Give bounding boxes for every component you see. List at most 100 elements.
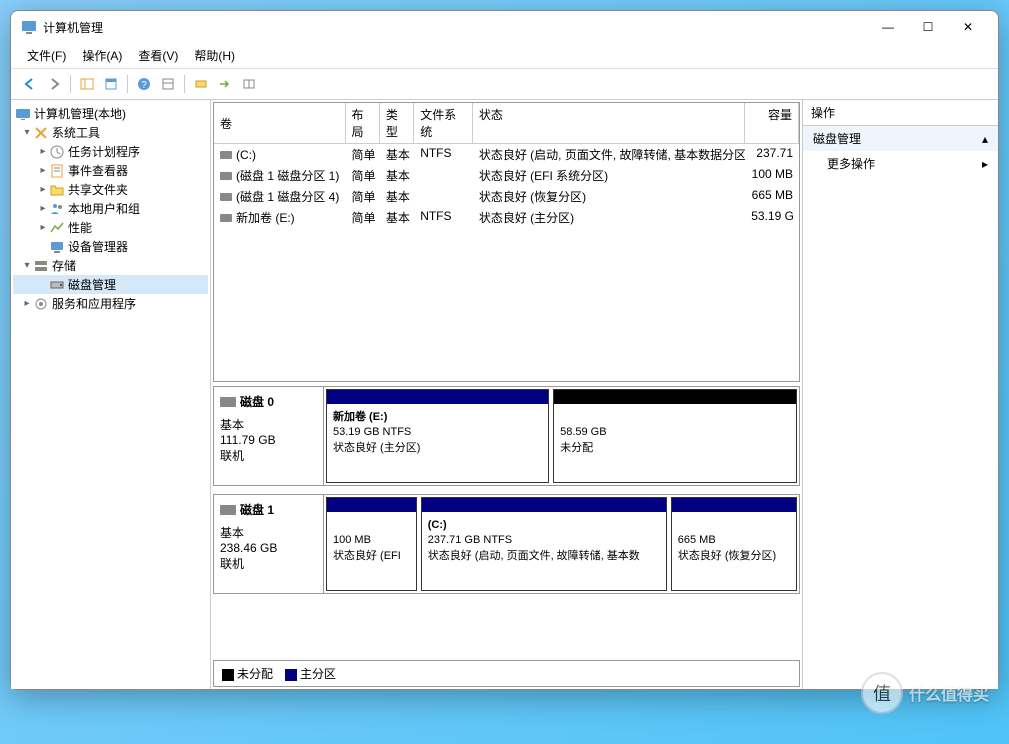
col-layout[interactable]: 布局 bbox=[346, 103, 380, 143]
content-area: 计算机管理(本地) ▾ 系统工具 ▸ 任务计划程序 ▸ 事件查看器 ▸ 共享文件… bbox=[11, 100, 998, 689]
toolbar-separator bbox=[127, 75, 128, 93]
tree-label: 共享文件夹 bbox=[68, 181, 128, 198]
vol-cap: 237.71 bbox=[745, 145, 799, 164]
tree-label: 计算机管理(本地) bbox=[34, 105, 126, 122]
vol-cap: 100 MB bbox=[745, 166, 799, 185]
watermark: 值 什么值得买 bbox=[861, 672, 989, 714]
tree-task-scheduler[interactable]: ▸ 任务计划程序 bbox=[13, 142, 208, 161]
col-volume[interactable]: 卷 bbox=[214, 103, 346, 143]
tools-icon bbox=[33, 125, 49, 141]
disk-1-part-1[interactable]: 100 MB 状态良好 (EFI bbox=[326, 497, 417, 591]
disk-0-title: 磁盘 0 bbox=[240, 393, 274, 410]
tree-system-tools[interactable]: ▾ 系统工具 bbox=[13, 123, 208, 142]
disk-0-type: 基本 bbox=[220, 416, 317, 433]
help-button[interactable]: ? bbox=[133, 73, 155, 95]
disk-icon bbox=[220, 505, 236, 515]
col-status[interactable]: 状态 bbox=[473, 103, 745, 143]
clock-icon bbox=[49, 144, 65, 160]
volume-list[interactable]: 卷 布局 类型 文件系统 状态 容量 (C:) 简单 基本 NTFS 状态良好 … bbox=[213, 102, 800, 382]
part-name: 新加卷 (E:) bbox=[333, 411, 387, 423]
tree-label: 磁盘管理 bbox=[68, 276, 116, 293]
menu-view[interactable]: 查看(V) bbox=[130, 45, 186, 66]
col-capacity[interactable]: 容量 bbox=[745, 103, 799, 143]
part-size: 665 MB bbox=[678, 534, 716, 546]
tree-label: 系统工具 bbox=[52, 124, 100, 141]
disk-mgmt-icon bbox=[49, 277, 65, 293]
show-hide-tree-button[interactable] bbox=[76, 73, 98, 95]
part-status: 状态良好 (启动, 页面文件, 故障转储, 基本数 bbox=[428, 550, 640, 562]
vol-layout: 简单 bbox=[346, 187, 380, 206]
app-icon bbox=[21, 19, 37, 35]
volume-row[interactable]: (磁盘 1 磁盘分区 4) 简单 基本 状态良好 (恢复分区) 665 MB bbox=[214, 186, 799, 207]
disk-0-part-1[interactable]: 新加卷 (E:) 53.19 GB NTFS 状态良好 (主分区) bbox=[326, 389, 549, 483]
part-status: 未分配 bbox=[560, 442, 593, 454]
disk-1-size: 238.46 GB bbox=[220, 541, 317, 555]
menu-action[interactable]: 操作(A) bbox=[74, 45, 130, 66]
disk-1-title: 磁盘 1 bbox=[240, 501, 274, 518]
tree-shared-folders[interactable]: ▸ 共享文件夹 bbox=[13, 180, 208, 199]
disk-0-block[interactable]: 磁盘 0 基本 111.79 GB 联机 新加卷 (E:) 53.19 GB N… bbox=[213, 386, 800, 486]
minimize-button[interactable]: — bbox=[868, 13, 908, 41]
partition-stripe-unallocated bbox=[554, 390, 796, 404]
actions-label: 磁盘管理 bbox=[813, 130, 861, 147]
tree-services[interactable]: ▸ 服务和应用程序 bbox=[13, 294, 208, 313]
vol-name: (磁盘 1 磁盘分区 4) bbox=[236, 188, 339, 205]
disk-1-type: 基本 bbox=[220, 524, 317, 541]
disk-icon bbox=[220, 397, 236, 407]
disk-1-state: 联机 bbox=[220, 555, 317, 572]
legend: 未分配 主分区 bbox=[213, 660, 800, 687]
vol-layout: 简单 bbox=[346, 166, 380, 185]
disk-icon bbox=[220, 172, 232, 180]
volume-row[interactable]: (磁盘 1 磁盘分区 1) 简单 基本 状态良好 (EFI 系统分区) 100 … bbox=[214, 165, 799, 186]
vol-name: (C:) bbox=[236, 148, 256, 162]
vol-fs: NTFS bbox=[414, 208, 473, 227]
disk-1-info: 磁盘 1 基本 238.46 GB 联机 bbox=[214, 495, 324, 593]
part-status: 状态良好 (EFI bbox=[333, 550, 401, 562]
volume-row[interactable]: 新加卷 (E:) 简单 基本 NTFS 状态良好 (主分区) 53.19 G bbox=[214, 207, 799, 228]
refresh-button[interactable] bbox=[190, 73, 212, 95]
tree-local-users[interactable]: ▸ 本地用户和组 bbox=[13, 199, 208, 218]
tree-storage[interactable]: ▾ 存储 bbox=[13, 256, 208, 275]
vol-status: 状态良好 (EFI 系统分区) bbox=[473, 166, 745, 185]
menu-file[interactable]: 文件(F) bbox=[19, 45, 74, 66]
menu-help[interactable]: 帮助(H) bbox=[186, 45, 243, 66]
disk-1-part-2[interactable]: (C:) 237.71 GB NTFS 状态良好 (启动, 页面文件, 故障转储… bbox=[421, 497, 667, 591]
forward-button[interactable] bbox=[43, 73, 65, 95]
part-name: (C:) bbox=[428, 519, 447, 531]
back-button[interactable] bbox=[19, 73, 41, 95]
actions-disk-mgmt[interactable]: 磁盘管理 ▴ bbox=[803, 126, 998, 151]
tree-label: 设备管理器 bbox=[68, 238, 128, 255]
close-button[interactable]: ✕ bbox=[948, 13, 988, 41]
col-type[interactable]: 类型 bbox=[380, 103, 414, 143]
expand-icon: ▸ bbox=[982, 157, 988, 171]
vol-fs bbox=[414, 187, 473, 206]
event-icon bbox=[49, 163, 65, 179]
titlebar: 计算机管理 — ☐ ✕ bbox=[11, 11, 998, 43]
properties-button[interactable] bbox=[100, 73, 122, 95]
action-button[interactable] bbox=[214, 73, 236, 95]
tree-root[interactable]: 计算机管理(本地) bbox=[13, 104, 208, 123]
legend-primary: 主分区 bbox=[300, 667, 336, 681]
toolbar-separator bbox=[70, 75, 71, 93]
disk-1-block[interactable]: 磁盘 1 基本 238.46 GB 联机 100 MB 状态良好 (EFI bbox=[213, 494, 800, 594]
nav-tree[interactable]: 计算机管理(本地) ▾ 系统工具 ▸ 任务计划程序 ▸ 事件查看器 ▸ 共享文件… bbox=[11, 100, 211, 689]
tree-disk-management[interactable]: 磁盘管理 bbox=[13, 275, 208, 294]
toolbar: ? bbox=[11, 69, 998, 100]
tree-event-viewer[interactable]: ▸ 事件查看器 bbox=[13, 161, 208, 180]
maximize-button[interactable]: ☐ bbox=[908, 13, 948, 41]
part-status: 状态良好 (恢复分区) bbox=[678, 550, 776, 562]
view-list-button[interactable] bbox=[157, 73, 179, 95]
vol-layout: 简单 bbox=[346, 208, 380, 227]
settings-button[interactable] bbox=[238, 73, 260, 95]
disk-1-part-3[interactable]: 665 MB 状态良好 (恢复分区) bbox=[671, 497, 797, 591]
disk-0-part-2[interactable]: 58.59 GB 未分配 bbox=[553, 389, 797, 483]
volume-row[interactable]: (C:) 简单 基本 NTFS 状态良好 (启动, 页面文件, 故障转储, 基本… bbox=[214, 144, 799, 165]
legend-swatch-unallocated bbox=[222, 669, 234, 681]
vol-type: 基本 bbox=[380, 145, 414, 164]
partition-stripe-primary bbox=[672, 498, 796, 512]
actions-more[interactable]: 更多操作 ▸ bbox=[803, 151, 998, 176]
tree-device-manager[interactable]: 设备管理器 bbox=[13, 237, 208, 256]
tree-performance[interactable]: ▸ 性能 bbox=[13, 218, 208, 237]
col-filesystem[interactable]: 文件系统 bbox=[414, 103, 473, 143]
svg-text:?: ? bbox=[141, 80, 147, 91]
